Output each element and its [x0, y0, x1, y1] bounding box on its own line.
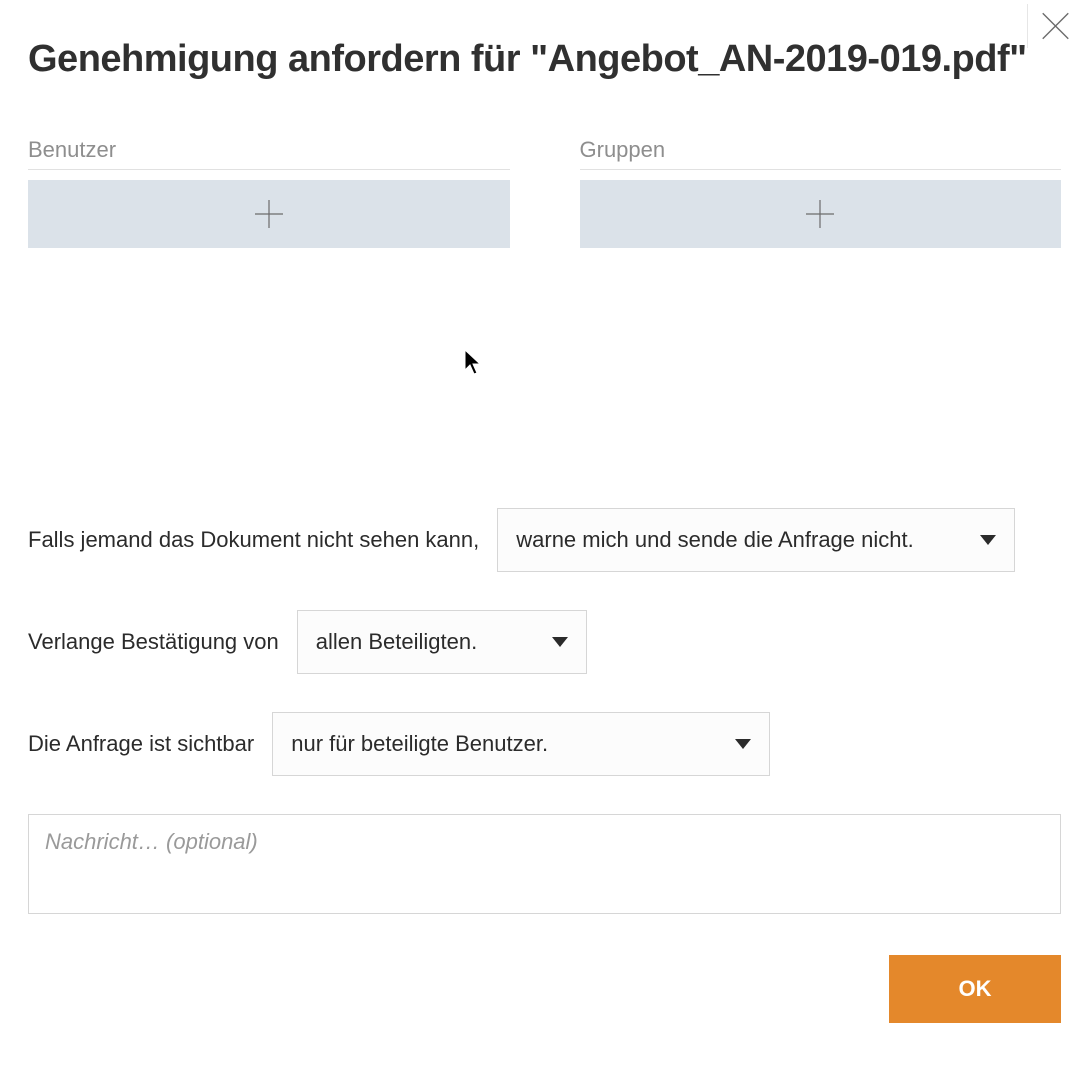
message-textarea[interactable]	[28, 814, 1061, 914]
plus-icon	[803, 197, 837, 231]
add-user-button[interactable]	[28, 180, 510, 248]
request-visibility-label: Die Anfrage ist sichtbar	[28, 731, 254, 757]
confirmation-label: Verlange Bestätigung von	[28, 629, 279, 655]
visibility-warn-select[interactable]: warne mich und sende die Anfrage nicht.	[497, 508, 1015, 572]
select-value: nur für beteiligte Benutzer.	[291, 731, 548, 757]
ok-button[interactable]: OK	[889, 955, 1061, 1023]
groups-column: Gruppen	[580, 137, 1062, 248]
chevron-down-icon	[735, 739, 751, 749]
select-value: allen Beteiligten.	[316, 629, 477, 655]
visibility-warn-row: Falls jemand das Dokument nicht sehen ka…	[28, 508, 1061, 572]
add-group-button[interactable]	[580, 180, 1062, 248]
request-visibility-select[interactable]: nur für beteiligte Benutzer.	[272, 712, 770, 776]
select-value: warne mich und sende die Anfrage nicht.	[516, 527, 913, 553]
confirmation-select[interactable]: allen Beteiligten.	[297, 610, 587, 674]
close-button[interactable]	[1027, 4, 1071, 48]
cursor-icon	[463, 348, 483, 376]
chevron-down-icon	[980, 535, 996, 545]
chevron-down-icon	[552, 637, 568, 647]
recipient-columns: Benutzer Gruppen	[28, 137, 1061, 248]
options: Falls jemand das Dokument nicht sehen ka…	[28, 508, 1061, 776]
request-visibility-row: Die Anfrage ist sichtbar nur für beteili…	[28, 712, 1061, 776]
dialog-footer: OK	[28, 955, 1061, 1023]
confirmation-row: Verlange Bestätigung von allen Beteiligt…	[28, 610, 1061, 674]
users-label: Benutzer	[28, 137, 510, 170]
visibility-warn-label: Falls jemand das Dokument nicht sehen ka…	[28, 527, 479, 553]
users-column: Benutzer	[28, 137, 510, 248]
spacer	[28, 248, 1061, 508]
close-icon	[1040, 9, 1071, 43]
plus-icon	[252, 197, 286, 231]
groups-label: Gruppen	[580, 137, 1062, 170]
dialog-title: Genehmigung anfordern für "Angebot_AN-20…	[28, 38, 1061, 81]
approval-request-dialog: Genehmigung anfordern für "Angebot_AN-20…	[0, 0, 1089, 1080]
